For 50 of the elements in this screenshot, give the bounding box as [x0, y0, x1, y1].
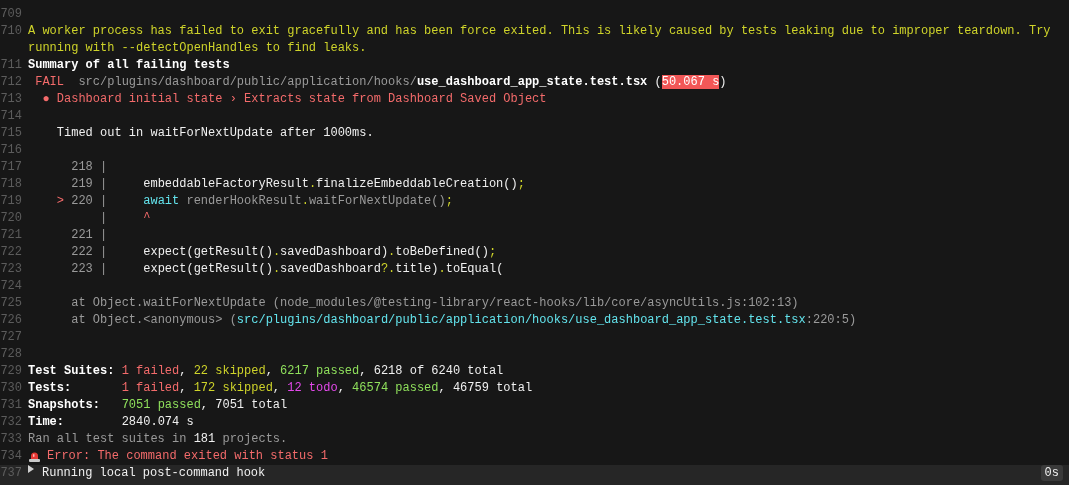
line-number: 731 [0, 397, 22, 414]
line-number: 733 [0, 431, 22, 448]
line-number: 710 [0, 23, 22, 40]
log-line: 223 | expect(getResult().savedDashboard?.title).toEqual( [70, 261, 504, 278]
line-number: 723 [0, 261, 22, 278]
log-line: Timed out in waitForNextUpdate after 1000ms. [55, 125, 374, 142]
log-line: > 220 | await renderHookResult.waitForNextUpdate(); [55, 193, 453, 210]
log-line: Ran all test suites in 181 projects. [28, 431, 288, 448]
siren-icon [28, 450, 41, 463]
log-line: Snapshots: 7051 passed, 7051 total [28, 397, 288, 414]
caret-icon[interactable] [28, 465, 34, 473]
log-line: 222 | expect(getResult().savedDashboard).toBeDefined(); [70, 244, 497, 261]
line-number: 715 [0, 125, 22, 142]
log-line: 219 | embeddableFactoryResult.finalizeEmbeddableCreation(); [70, 176, 525, 193]
line-number: 719 [0, 193, 22, 210]
line-number: 714 [0, 108, 22, 125]
line-number: 717 [0, 159, 22, 176]
line-number: 730 [0, 380, 22, 397]
line-number: 729 [0, 363, 22, 380]
line-number: 711 [0, 57, 22, 74]
line-number: 721 [0, 227, 22, 244]
line-number: 732 [0, 414, 22, 431]
line-number: 728 [0, 346, 22, 363]
log-line: ● Dashboard initial state › Extracts state from Dashboard Saved Object [41, 91, 547, 108]
line-number: 722 [0, 244, 22, 261]
log-line: A worker process has failed to exit gracefully and has been force exited. This is likely caused by tests leaking due to improper teardown. Try running with --detectOpenHandles to find leaks. [28, 23, 1052, 57]
log-line: FAIL src/plugins/dashboard/public/application/hooks/use_dashboard_app_state.test.tsx (50.067 s) [34, 74, 727, 91]
log-line: at Object.waitForNextUpdate (node_modules/@testing-library/react-hooks/lib/core/asyncUtils.js:102:13) [70, 295, 799, 312]
log-line: Tests: 1 failed, 172 skipped, 12 todo, 46574 passed, 46759 total [28, 380, 533, 397]
log-line: at Object.<anonymous> (src/plugins/dashboard/public/application/hooks/use_dashboard_app_state.test.tsx:220:5) [70, 312, 857, 329]
line-number: 727 [0, 329, 22, 346]
log-line: 221 | [70, 227, 108, 244]
duration-badge: 0s [1040, 465, 1063, 481]
line-number: 724 [0, 278, 22, 295]
log-line: Summary of all failing tests [28, 57, 230, 74]
log-line: 218 | [70, 159, 108, 176]
line-number: 712 [0, 74, 22, 91]
log-line: Running local post-command hook [42, 465, 266, 482]
log-line: Time: 2840.074 s [28, 414, 194, 431]
line-number: 713 [0, 91, 22, 108]
log-line: | ^ [99, 210, 151, 227]
line-number: 726 [0, 312, 22, 329]
log-line: Error: The command exited with status 1 [47, 448, 328, 465]
line-number: 725 [0, 295, 22, 312]
line-number: 718 [0, 176, 22, 193]
line-number: 720 [0, 210, 22, 227]
log-line: Test Suites: 1 failed, 22 skipped, 6217 passed, 6218 of 6240 total [28, 363, 504, 380]
line-number: 734 [0, 448, 22, 465]
line-number: 709 [0, 6, 22, 23]
line-number: 716 [0, 142, 22, 159]
